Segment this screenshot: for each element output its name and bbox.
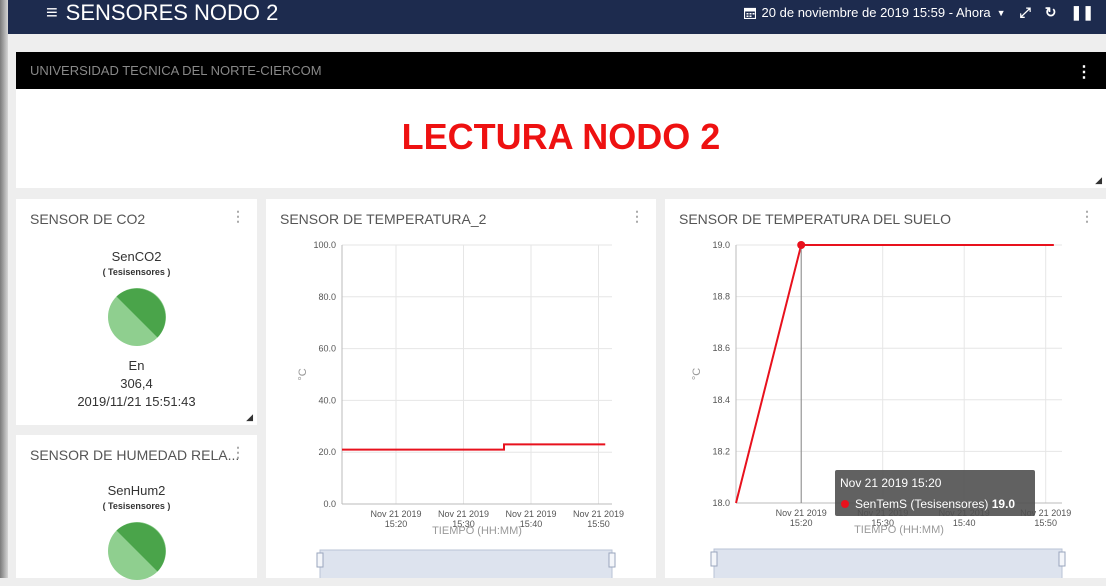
x-axis-title: TIEMPO (HH:MM)	[854, 524, 944, 536]
window-edge	[0, 0, 8, 578]
humidity-sensor-card: SENSOR DE HUMEDAD RELA... ⋮ SenHum2 ( Te…	[16, 435, 257, 580]
dashboard-title-text: SENSORES NODO 2	[65, 0, 279, 25]
x-tick-label: Nov 21 2019	[370, 509, 421, 519]
x-tick-label: Nov 21 2019	[505, 509, 556, 519]
status-text: En	[128, 358, 145, 373]
range-handle-left	[710, 551, 718, 567]
y-axis-title: °C	[691, 368, 703, 380]
banner-menu-icon[interactable]: ⋮	[1076, 62, 1092, 82]
banner-header: UNIVERSIDAD TECNICA DEL NORTE-CIERCOM	[16, 52, 1106, 89]
pause-icon[interactable]: ❚❚	[1071, 4, 1094, 21]
y-tick-label: 18.8	[712, 292, 730, 302]
x-tick-label: 15:40	[953, 518, 976, 528]
banner-widget: UNIVERSIDAD TECNICA DEL NORTE-CIERCOM ⋮ …	[16, 52, 1106, 188]
x-tick-label: 15:40	[520, 519, 543, 529]
x-tick-label: Nov 21 2019	[438, 509, 489, 519]
range-handle-left	[316, 552, 324, 568]
soil-temperature-chart[interactable]: 18.0 18.2 18.4 18.6 18.8 19.0 Nov 21 201915:20…	[665, 199, 1106, 578]
x-axis-title: TIEMPO (HH:MM)	[432, 525, 522, 537]
y-tick-label: 18.0	[712, 498, 730, 508]
temperature-2-chart[interactable]: 0.020.040.060.080.0100.0Nov 21 201915:20…	[266, 199, 656, 578]
banner-heading: UNIVERSIDAD TECNICA DEL NORTE-CIERCOM	[30, 63, 322, 78]
y-tick-label: 18.6	[712, 343, 730, 353]
sensor-timestamp: 2019/11/21 15:51:43	[77, 394, 196, 409]
y-tick-label: 18.4	[712, 395, 730, 405]
card-title: SENSOR DE CO2	[30, 211, 146, 227]
fullscreen-icon[interactable]: ⤢	[1020, 4, 1031, 21]
range-handle-right	[1058, 551, 1066, 567]
x-tick-label: 15:50	[587, 519, 610, 529]
range-handle-right	[608, 552, 616, 568]
y-axis-title: °C	[297, 368, 309, 380]
tooltip-series: SenTemS (Tesisensores) 19.0	[855, 497, 1015, 511]
y-tick-label: 60.0	[318, 344, 336, 354]
hover-point	[797, 241, 806, 249]
y-tick-label: 20.0	[318, 447, 336, 457]
top-bar: ≡ SENSORES NODO 2 20 de noviembre de 201…	[8, 0, 1106, 34]
y-tick-label: 19.0	[712, 240, 730, 250]
series-line	[735, 244, 1054, 504]
co2-gauge: SenCO2 ( Tesisensores ) En 306,4 2019/11…	[16, 249, 257, 409]
calendar-icon	[743, 7, 756, 19]
sensor-value: 306,4	[120, 376, 153, 391]
top-bar-controls: 20 de noviembre de 2019 15:59 - Ahora ▼ …	[743, 4, 1094, 21]
range-navigator	[319, 549, 613, 578]
soil-temperature-card: SENSOR DE TEMPERATURA DEL SUELO ⋮ 18.0 18…	[665, 199, 1106, 578]
y-tick-label: 0.0	[323, 499, 336, 509]
status-circle-icon	[107, 288, 166, 346]
series-line	[342, 443, 606, 451]
y-tick-label: 18.2	[712, 446, 730, 456]
status-circle-icon	[107, 522, 166, 580]
device-name: ( Tesisensores )	[102, 501, 171, 511]
co2-sensor-card: SENSOR DE CO2 ⋮ SenCO2 ( Tesisensores ) …	[16, 199, 257, 425]
sensor-name: SenHum2	[107, 483, 166, 498]
x-tick-label: Nov 21 2019	[573, 509, 624, 519]
resize-handle-icon[interactable]: ◢	[1095, 175, 1102, 186]
x-tick-label: 15:50	[1034, 518, 1057, 528]
tooltip-value: 19.0	[992, 497, 1016, 511]
date-range-picker[interactable]: 20 de noviembre de 2019 15:59 - Ahora ▼	[743, 5, 1006, 20]
x-tick-label: Nov 21 2019	[776, 508, 827, 518]
device-name: ( Tesisensores )	[102, 267, 171, 277]
refresh-icon[interactable]: ↻	[1045, 4, 1057, 21]
banner-text: LECTURA NODO 2	[401, 116, 721, 157]
resize-handle-icon[interactable]: ◢	[246, 412, 253, 423]
x-tick-label: 15:20	[790, 518, 813, 528]
y-tick-label: 80.0	[318, 292, 336, 302]
temperature-2-card: SENSOR DE TEMPERATURA_2 ⋮ 0.0 20.0 40.0 60.…	[266, 199, 656, 578]
y-tick-label: 40.0	[318, 395, 336, 405]
x-tick-label: 15:20	[385, 519, 408, 529]
tooltip-title: Nov 21 2019 15:20	[840, 476, 942, 490]
range-navigator	[713, 548, 1063, 578]
card-menu-icon[interactable]: ⋮	[231, 208, 245, 225]
date-range-label: 20 de noviembre de 2019 15:59 - Ahora	[761, 5, 991, 20]
dashboard-title[interactable]: ≡ SENSORES NODO 2	[46, 0, 278, 26]
tooltip-series-dot	[841, 500, 849, 508]
card-menu-icon[interactable]: ⋮	[231, 444, 245, 461]
caret-down-icon: ▼	[996, 7, 1006, 18]
hamburger-menu-icon[interactable]: ≡	[46, 2, 58, 25]
sensor-name: SenCO2	[111, 249, 162, 264]
humidity-gauge: SenHum2 ( Tesisensores )	[16, 483, 257, 586]
y-tick-label: 100.0	[313, 240, 336, 250]
card-title: SENSOR DE HUMEDAD RELA...	[30, 447, 240, 463]
